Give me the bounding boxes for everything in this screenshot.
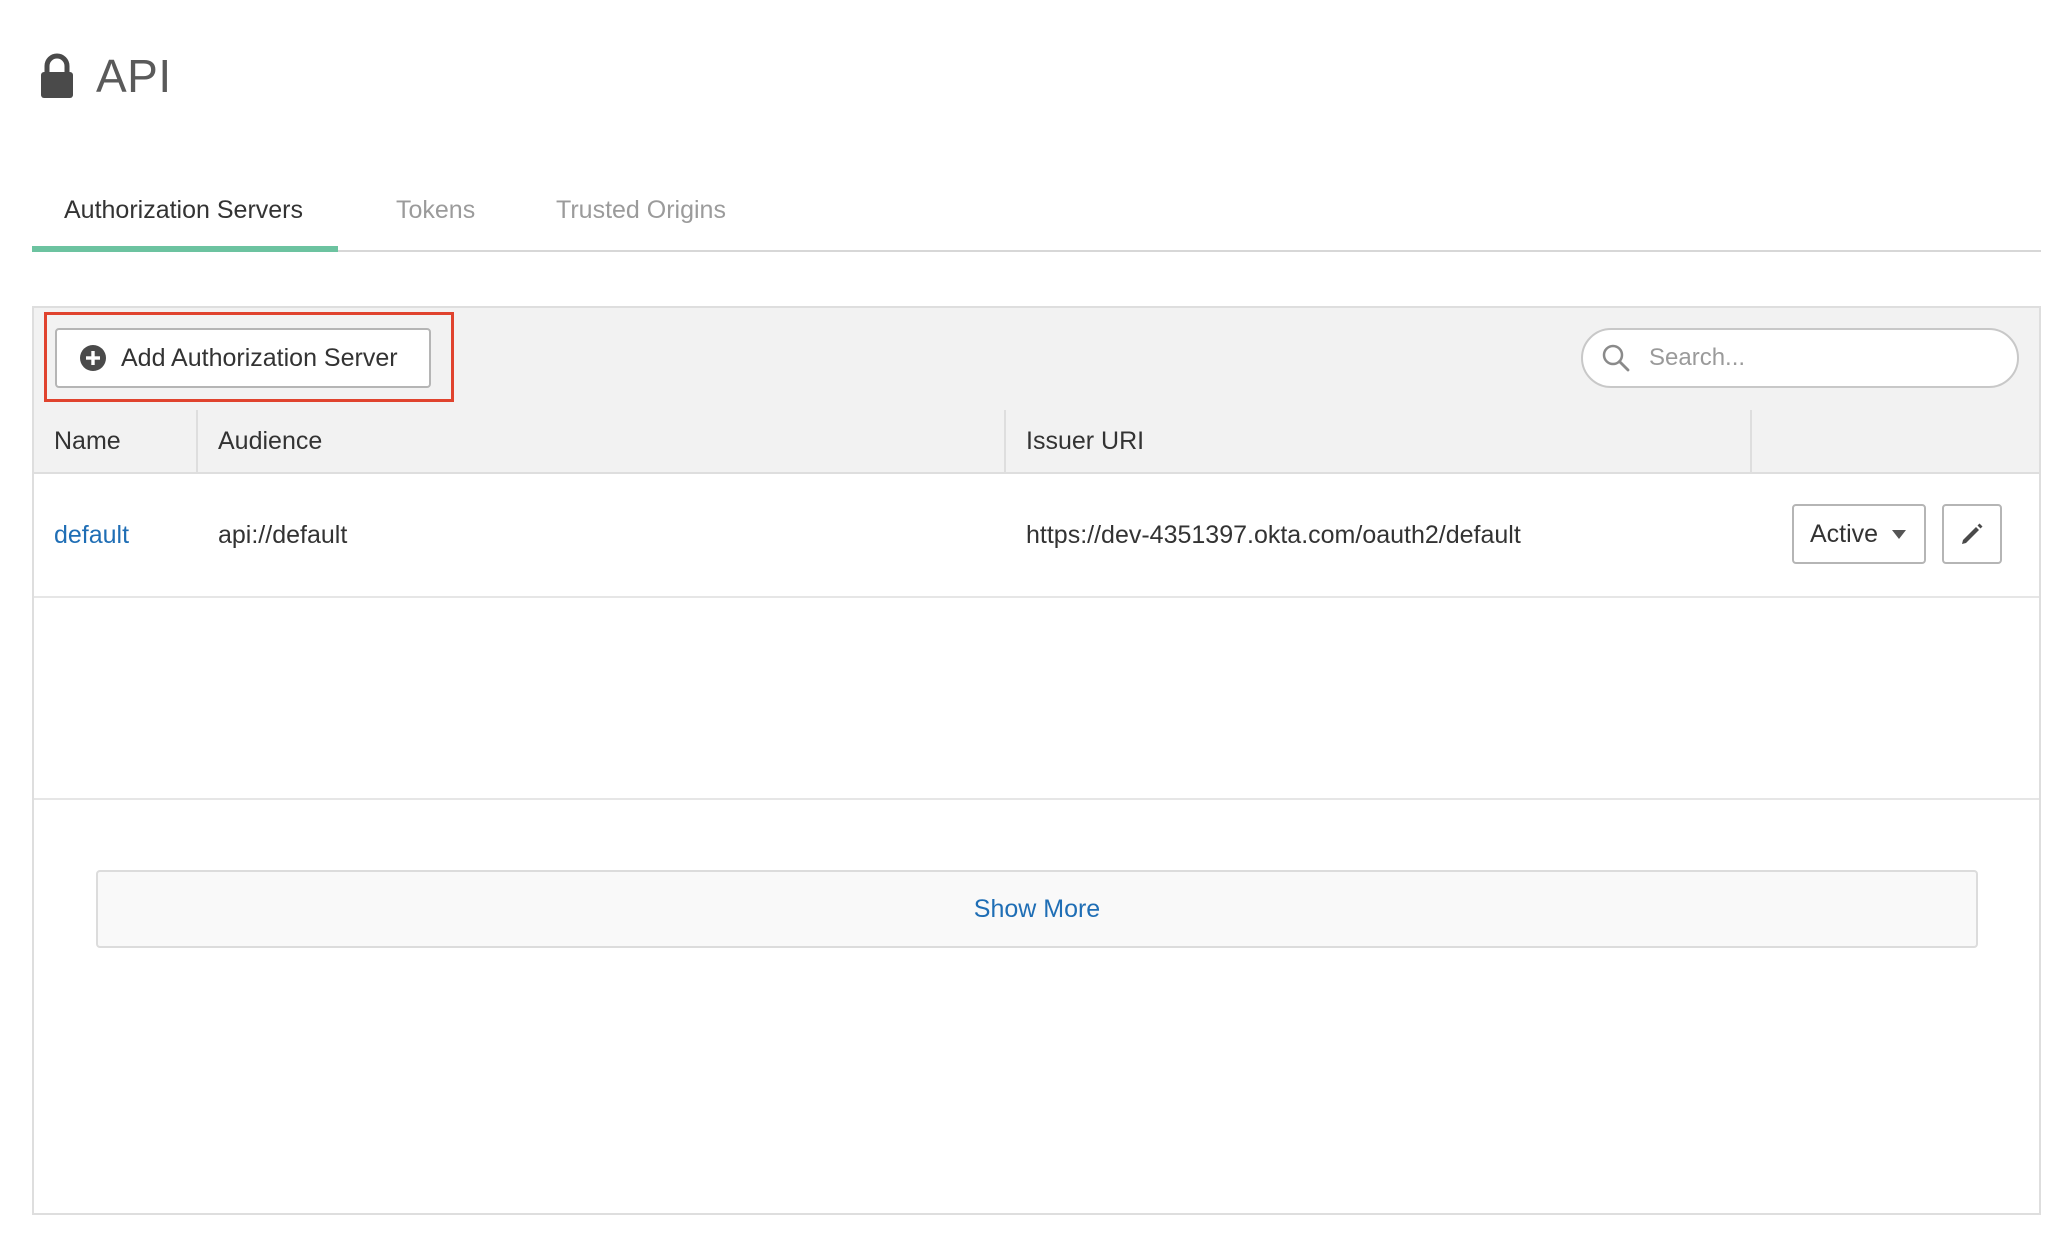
server-issuer-uri: https://dev-4351397.okta.com/oauth2/defa… xyxy=(1026,521,1521,549)
edit-button[interactable] xyxy=(1942,504,2002,564)
tab-tokens[interactable]: Tokens xyxy=(396,182,475,250)
authorization-servers-panel: Add Authorization Server Name Audience I… xyxy=(32,306,2041,1215)
empty-table-area xyxy=(34,598,2039,800)
plus-circle-icon xyxy=(80,345,106,371)
lock-icon xyxy=(41,53,73,98)
page-title: API xyxy=(96,50,172,102)
table-row: default api://default https://dev-435139… xyxy=(34,474,2039,598)
table-header: Name Audience Issuer URI xyxy=(34,410,2039,474)
active-tab-indicator xyxy=(32,246,338,252)
search-input[interactable] xyxy=(1647,343,1991,373)
column-header-issuer-uri[interactable]: Issuer URI xyxy=(1006,410,1752,472)
add-authorization-server-button[interactable]: Add Authorization Server xyxy=(55,328,431,388)
search-box[interactable] xyxy=(1581,328,2019,388)
add-button-label: Add Authorization Server xyxy=(121,343,398,372)
tab-trusted-origins[interactable]: Trusted Origins xyxy=(556,182,726,250)
tab-authorization-servers[interactable]: Authorization Servers xyxy=(64,182,303,250)
tab-bar: Authorization Servers Tokens Trusted Ori… xyxy=(32,170,2041,252)
column-header-audience[interactable]: Audience xyxy=(198,410,1006,472)
status-dropdown[interactable]: Active xyxy=(1792,504,1926,564)
show-more-button[interactable]: Show More xyxy=(96,870,1978,948)
chevron-down-icon xyxy=(1892,529,1907,539)
server-name-link[interactable]: default xyxy=(34,474,198,596)
server-audience: api://default xyxy=(218,521,348,549)
pencil-icon xyxy=(1962,523,1983,544)
page: API Authorization Servers Tokens Trusted… xyxy=(0,0,2062,1244)
search-icon xyxy=(1602,344,1630,372)
toolbar: Add Authorization Server xyxy=(34,308,2039,412)
column-header-actions xyxy=(1752,410,2041,472)
column-header-name[interactable]: Name xyxy=(34,410,198,472)
status-label: Active xyxy=(1810,519,1879,548)
page-header: API xyxy=(40,48,172,104)
